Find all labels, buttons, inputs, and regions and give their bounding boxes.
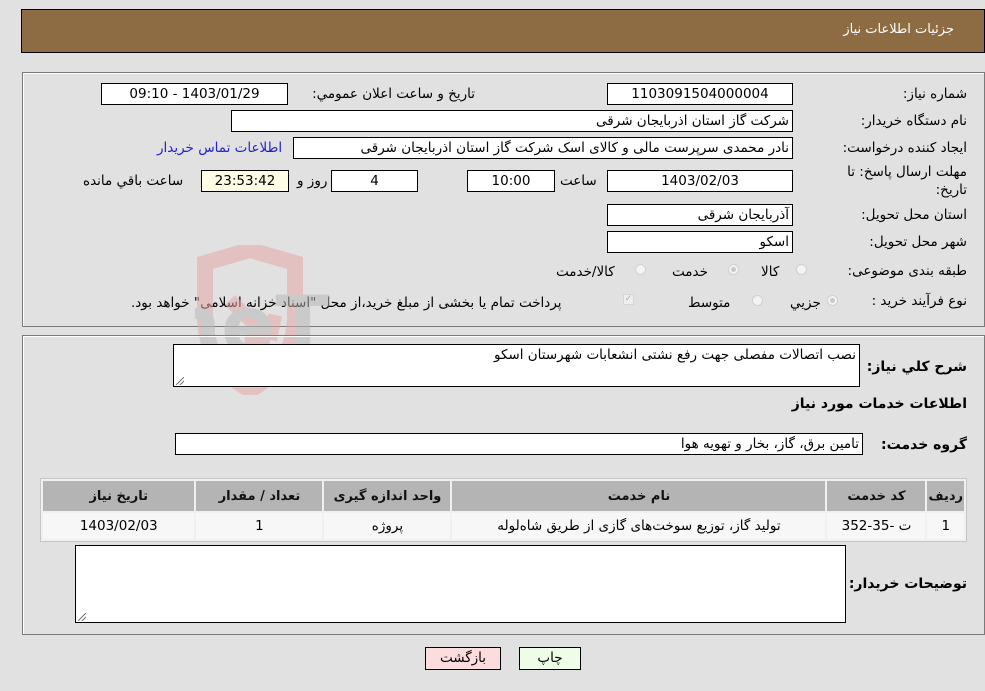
category-option-service: خدمت — [672, 264, 708, 280]
category-label: طبقه بندی موضوعی: — [847, 263, 967, 279]
process-radio-medium[interactable] — [752, 295, 763, 306]
city-label: شهر محل تحویل: — [869, 234, 967, 250]
deadline-time-label: ساعت — [560, 173, 597, 189]
col-header-service-code: کد خدمت — [827, 481, 926, 511]
description-label: شرح کلي نياز: — [866, 359, 967, 375]
buyer-org-field[interactable]: شرکت گاز استان اذربایجان شرقی — [231, 110, 793, 132]
cell-row-number: 1 — [927, 513, 964, 539]
page-title: جزئیات اطلاعات نیاز — [843, 22, 954, 37]
buyer-notes-label: توضیحات خریدار: — [848, 576, 967, 592]
col-header-unit: واحد اندازه گیری — [324, 481, 451, 511]
services-section-title: اطلاعات خدمات مورد نیاز — [791, 396, 967, 412]
cell-quantity: 1 — [196, 513, 323, 539]
resize-grip-icon[interactable] — [176, 377, 184, 385]
print-button[interactable]: چاپ — [519, 647, 581, 670]
deadline-label-2: تاریخ: — [935, 182, 967, 198]
creator-field[interactable]: نادر محمدی سرپرست مالی و کالای اسک شرکت … — [293, 137, 793, 159]
table-row: 1 ت -35-352 تولید گاز، توزیع سوخت‌های گا… — [43, 513, 964, 539]
service-group-label: گروه خدمت: — [881, 437, 967, 453]
buyer-org-label: نام دستگاه خريدار: — [860, 113, 967, 129]
announce-date-label: تاريخ و ساعت اعلان عمومي: — [312, 86, 475, 102]
cell-need-date: 1403/02/03 — [43, 513, 195, 539]
days-label: روز و — [297, 173, 328, 189]
back-button[interactable]: بازگشت — [425, 647, 501, 670]
resize-grip-icon[interactable] — [78, 613, 86, 621]
category-option-goods-service: کالا/خدمت — [556, 264, 615, 280]
city-field[interactable]: اسکو — [607, 231, 793, 253]
province-field[interactable]: آذربایجان شرقی — [607, 204, 793, 226]
announce-date-field[interactable]: 1403/01/29 - 09:10 — [101, 83, 288, 105]
category-radio-goods-service[interactable] — [635, 264, 646, 275]
col-header-row-number: ردیف — [927, 481, 964, 511]
description-textarea[interactable]: نصب اتصالات مفصلی جهت رفع نشتی انشعابات … — [173, 344, 860, 387]
deadline-time-field[interactable]: 10:00 — [467, 170, 555, 192]
description-text: نصب اتصالات مفصلی جهت رفع نشتی انشعابات … — [493, 347, 856, 363]
service-group-field[interactable]: تامین برق، گاز، بخار و تهویه هوا — [175, 433, 863, 455]
cell-service-name: تولید گاز، توزیع سوخت‌های گازی از طریق ش… — [452, 513, 826, 539]
remaining-time-label: ساعت باقي مانده — [83, 173, 184, 189]
need-number-field[interactable]: 1103091504000004 — [607, 83, 793, 105]
process-radio-minor[interactable] — [827, 295, 838, 306]
treasury-checkbox[interactable]: ✓ — [623, 294, 634, 305]
col-header-need-date: تاریخ نیاز — [43, 481, 195, 511]
deadline-label: مهلت ارسال پاسخ: تا — [847, 164, 967, 180]
creator-label: ایجاد کننده درخواست: — [842, 140, 967, 156]
remaining-time-field: 23:53:42 — [201, 170, 289, 192]
cell-unit: پروژه — [324, 513, 451, 539]
category-option-goods: کالا — [761, 264, 780, 280]
cell-service-code: ت -35-352 — [827, 513, 926, 539]
buyer-contact-link[interactable]: اطلاعات تماس خریدار — [157, 140, 282, 156]
need-number-label: شماره نیاز: — [902, 86, 967, 102]
process-option-medium: متوسط — [688, 295, 731, 311]
days-remaining-field[interactable]: 4 — [331, 170, 418, 192]
page-header: جزئیات اطلاعات نیاز — [21, 9, 985, 53]
province-label: استان محل تحویل: — [861, 207, 967, 223]
category-radio-service[interactable] — [728, 264, 739, 275]
buyer-notes-textarea[interactable] — [75, 545, 846, 623]
col-header-quantity: تعداد / مقدار — [196, 481, 323, 511]
services-table: ردیف کد خدمت نام خدمت واحد اندازه گیری ت… — [40, 478, 967, 542]
process-option-minor: جزيي — [790, 295, 821, 311]
category-radio-goods[interactable] — [796, 264, 807, 275]
treasury-note: پرداخت تمام یا بخشی از مبلغ خرید،از محل … — [131, 295, 562, 311]
deadline-date-field[interactable]: 1403/02/03 — [607, 170, 793, 192]
process-type-label: نوع فرآیند خرید : — [871, 293, 967, 309]
table-header-row: ردیف کد خدمت نام خدمت واحد اندازه گیری ت… — [43, 481, 964, 511]
col-header-service-name: نام خدمت — [452, 481, 826, 511]
